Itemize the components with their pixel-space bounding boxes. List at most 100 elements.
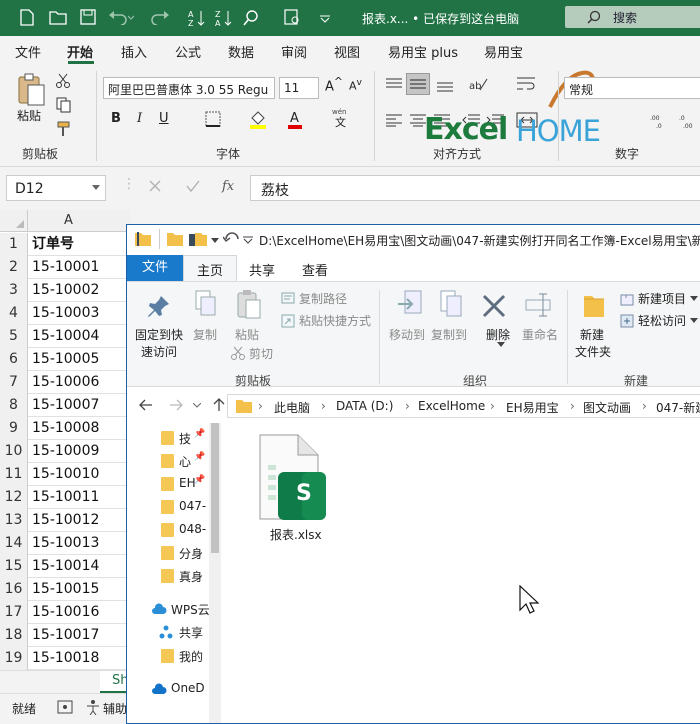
tab-share[interactable]: 共享: [249, 260, 275, 279]
row-header[interactable]: 6: [0, 348, 28, 371]
cell[interactable]: 15-10005: [32, 348, 99, 371]
row-header[interactable]: 11: [0, 463, 28, 486]
font-color-icon[interactable]: A: [287, 109, 303, 129]
copy-icon[interactable]: [56, 97, 72, 113]
table-row[interactable]: 10 15-10009: [0, 440, 130, 463]
cell[interactable]: 15-10001: [32, 256, 99, 279]
find-icon[interactable]: [242, 9, 264, 27]
pin-icon[interactable]: [147, 294, 171, 318]
row-header[interactable]: 8: [0, 394, 28, 417]
cell[interactable]: 15-10004: [32, 325, 99, 348]
file-item[interactable]: S: [256, 433, 326, 533]
cut-icon[interactable]: [231, 346, 245, 360]
open-folder-icon[interactable]: [49, 9, 67, 25]
nav-item[interactable]: 047-: [179, 499, 209, 513]
cell[interactable]: 15-10006: [32, 371, 99, 394]
file-list-pane[interactable]: S 报表.xlsx: [222, 423, 700, 723]
tab-insert[interactable]: 插入: [121, 42, 147, 61]
fill-color-icon[interactable]: [249, 109, 267, 129]
new-folder-label-line1[interactable]: 新建: [580, 326, 604, 343]
forward-arrow-icon[interactable]: [169, 399, 183, 411]
align-bottom-icon[interactable]: [436, 77, 454, 93]
address-bar[interactable]: › 此电脑 › DATA (D:) › ExcelHome › EH易用宝 › …: [227, 394, 700, 418]
file-name-label[interactable]: 报表.xlsx: [270, 526, 322, 543]
cell[interactable]: 15-10013: [32, 532, 99, 555]
table-row[interactable]: 4 15-10003: [0, 302, 130, 325]
italic-button[interactable]: I: [137, 111, 142, 126]
row-header[interactable]: 10: [0, 440, 28, 463]
breadcrumb-item[interactable]: ExcelHome: [418, 399, 485, 413]
delete-label[interactable]: 删除: [486, 326, 510, 343]
sort-az-icon[interactable]: AZ: [188, 9, 206, 27]
rename-icon[interactable]: [525, 292, 553, 318]
redo-icon[interactable]: [148, 9, 174, 25]
cell[interactable]: 15-10018: [32, 647, 99, 670]
move-to-label[interactable]: 移动到: [389, 326, 425, 343]
cut-label[interactable]: 剪切: [249, 345, 273, 362]
rename-label[interactable]: 重命名: [522, 326, 558, 343]
new-folder-label-line2[interactable]: 文件夹: [575, 343, 611, 360]
undo-icon[interactable]: [108, 9, 134, 25]
chevron-down-icon[interactable]: [690, 296, 698, 301]
accessibility-icon[interactable]: [86, 699, 100, 715]
search-box[interactable]: 搜索: [565, 6, 700, 28]
delete-icon[interactable]: [482, 294, 506, 318]
save-icon[interactable]: [80, 9, 96, 25]
cell[interactable]: 订单号: [32, 233, 74, 256]
cell[interactable]: 15-10003: [32, 302, 99, 325]
align-left-icon[interactable]: [385, 113, 403, 127]
nav-item[interactable]: 分身: [179, 545, 209, 562]
move-to-icon[interactable]: [397, 290, 423, 320]
formula-input[interactable]: 荔枝: [250, 175, 700, 201]
breadcrumb-item[interactable]: DATA (D:): [336, 399, 393, 413]
drag-handle-icon[interactable]: ⋮: [122, 176, 136, 192]
tab-data[interactable]: 数据: [228, 42, 254, 61]
align-middle-button[interactable]: [406, 73, 430, 95]
cell[interactable]: 15-10012: [32, 509, 99, 532]
copy-path-label[interactable]: 复制路径: [299, 290, 347, 307]
paste-icon[interactable]: [16, 73, 46, 107]
paste-label[interactable]: 粘贴: [235, 326, 259, 343]
cell[interactable]: 15-10010: [32, 463, 99, 486]
table-row[interactable]: 11 15-10010: [0, 463, 130, 486]
tab-file[interactable]: 文件: [15, 42, 41, 61]
select-all-button[interactable]: [0, 210, 28, 232]
table-row[interactable]: 9 15-10008: [0, 417, 130, 440]
row-header[interactable]: 18: [0, 624, 28, 647]
table-row[interactable]: 13 15-10012: [0, 509, 130, 532]
table-row[interactable]: 8 15-10007: [0, 394, 130, 417]
new-folder-qa-icon[interactable]: [189, 232, 207, 246]
tab-file[interactable]: 文件: [127, 255, 183, 281]
cell[interactable]: 15-10016: [32, 601, 99, 624]
row-header[interactable]: 17: [0, 601, 28, 624]
row-header[interactable]: 12: [0, 486, 28, 509]
nav-scrollbar-thumb[interactable]: [211, 423, 219, 553]
cell[interactable]: 15-10002: [32, 279, 99, 302]
table-row[interactable]: 3 15-10002: [0, 279, 130, 302]
table-row[interactable]: 12 15-10011: [0, 486, 130, 509]
tab-view[interactable]: 查看: [302, 260, 328, 279]
cell[interactable]: 15-10007: [32, 394, 99, 417]
bold-button[interactable]: B: [111, 111, 121, 126]
copy-to-icon[interactable]: [439, 290, 465, 320]
insert-function-icon[interactable]: fx: [222, 179, 234, 194]
cell[interactable]: 15-10015: [32, 578, 99, 601]
chevron-down-icon[interactable]: [211, 238, 219, 243]
decrease-font-icon[interactable]: Av: [349, 77, 362, 93]
table-row[interactable]: 7 15-10006: [0, 371, 130, 394]
customize-qa-icon[interactable]: [320, 15, 330, 23]
table-row[interactable]: 16 15-10015: [0, 578, 130, 601]
name-box[interactable]: D12: [6, 175, 106, 201]
row-header[interactable]: 7: [0, 371, 28, 394]
chevron-down-icon[interactable]: [92, 185, 100, 191]
copy-icon[interactable]: [195, 290, 217, 318]
row-header[interactable]: 13: [0, 509, 28, 532]
sort-za-icon[interactable]: ZA: [215, 9, 233, 27]
paste-label[interactable]: 粘贴: [17, 107, 41, 124]
print-preview-icon[interactable]: [283, 9, 301, 27]
border-icon[interactable]: [205, 111, 221, 127]
row-header[interactable]: 4: [0, 302, 28, 325]
new-file-icon[interactable]: [20, 9, 34, 26]
easy-access-icon[interactable]: [620, 314, 634, 328]
cell[interactable]: 15-10011: [32, 486, 99, 509]
